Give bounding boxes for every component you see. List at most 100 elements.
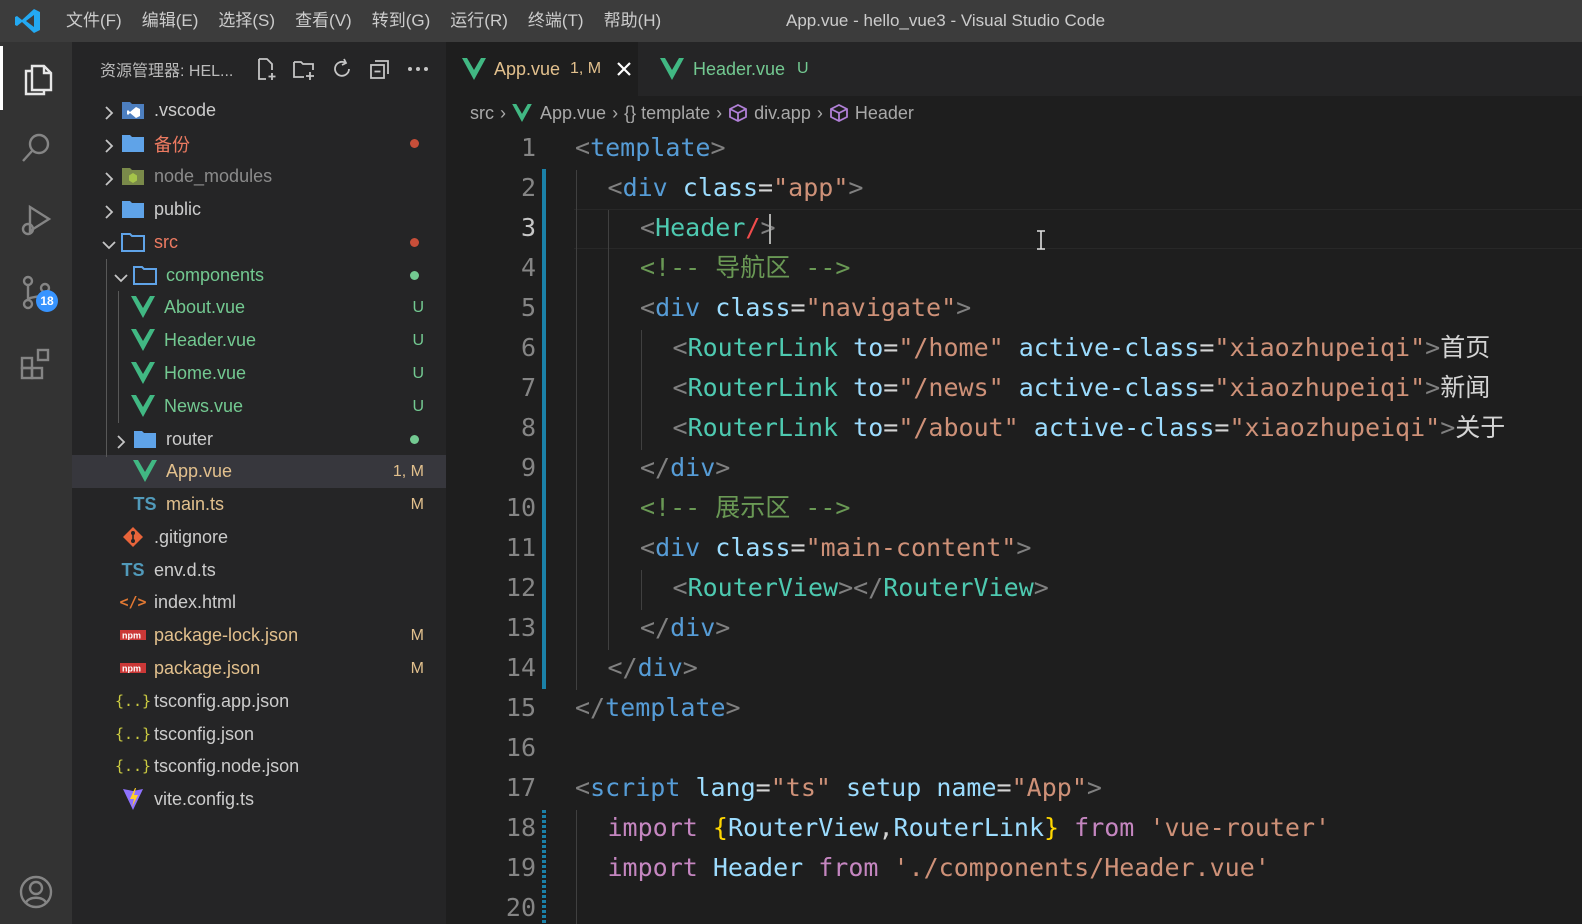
code-token: > xyxy=(1425,333,1441,362)
text-cursor-ibeam-icon xyxy=(1037,230,1045,250)
refresh-icon[interactable] xyxy=(330,57,354,81)
code-line: <RouterLink to="/about" active-class="xi… xyxy=(673,408,1506,448)
text-cursor xyxy=(769,214,771,244)
code-token: < xyxy=(640,293,656,322)
code-token: = xyxy=(790,533,806,562)
chevron-right-icon[interactable] xyxy=(102,137,116,153)
breadcrumb-item[interactable]: Header xyxy=(855,103,914,124)
extensions-activity-button[interactable] xyxy=(0,332,72,396)
breadcrumb-item[interactable]: src xyxy=(470,103,494,124)
tree-file-item[interactable]: {..} tsconfig.json xyxy=(72,718,446,751)
tree-file-item[interactable]: </> index.html xyxy=(72,586,446,619)
new-folder-icon[interactable] xyxy=(292,57,316,81)
tree-folder-nodemodules[interactable]: node_modules xyxy=(72,160,446,193)
tree-file-item[interactable]: About.vue U xyxy=(72,291,446,324)
tree-file-item[interactable]: News.vue U xyxy=(72,390,446,423)
git-file-icon xyxy=(120,526,146,548)
tree-item-label: public xyxy=(154,199,202,219)
breadcrumb-item[interactable]: {} template xyxy=(624,103,710,124)
indent-guide xyxy=(608,210,609,650)
menu-help[interactable]: 帮助(H) xyxy=(594,0,672,42)
menu-file[interactable]: 文件(F) xyxy=(56,0,132,42)
code-token: > xyxy=(1086,773,1102,802)
tree-folder-router[interactable]: router xyxy=(72,423,446,456)
code-line: </div> xyxy=(608,648,698,688)
chevron-right-icon[interactable] xyxy=(102,104,116,120)
chevron-down-icon[interactable] xyxy=(114,269,128,283)
chevron-right-icon[interactable] xyxy=(102,203,116,219)
tree-folder-public[interactable]: public xyxy=(72,193,446,226)
close-icon[interactable] xyxy=(616,61,632,77)
code-token: div xyxy=(655,533,701,562)
symbol-element-icon xyxy=(829,103,848,123)
tree-file-item[interactable]: TS main.ts M xyxy=(72,488,446,521)
line-number: 3 xyxy=(520,213,536,242)
code-token: lang xyxy=(695,773,756,802)
code-token: "/home" xyxy=(898,333,1004,362)
tree-item-label: .gitignore xyxy=(154,527,229,547)
code-line: import Header from './components/Header.… xyxy=(608,848,1270,888)
code-token: './components/Header.vue' xyxy=(893,853,1270,882)
code-token: = xyxy=(758,173,774,202)
chevron-right-icon[interactable] xyxy=(114,433,128,449)
breadcrumb-item[interactable]: App.vue xyxy=(540,103,606,124)
search-activity-button[interactable] xyxy=(0,116,72,180)
typescript-file-icon: TS xyxy=(133,493,157,514)
tree-file-item[interactable]: npm package.json M xyxy=(72,652,446,685)
code-token: < xyxy=(640,213,656,242)
explorer-activity-button[interactable] xyxy=(0,46,72,110)
more-actions-icon[interactable] xyxy=(406,57,430,81)
tree-file-item[interactable]: TS env.d.ts xyxy=(72,554,446,587)
tab-label: App.vue xyxy=(494,58,561,79)
tree-file-item[interactable]: {..} tsconfig.app.json xyxy=(72,685,446,718)
tab-header-vue[interactable]: Header.vue U xyxy=(642,42,848,96)
tree-folder-src[interactable]: src xyxy=(72,226,446,259)
code-token: to xyxy=(853,373,884,402)
tree-file-item[interactable]: App.vue 1, M xyxy=(72,455,446,488)
tree-item-label: News.vue xyxy=(164,396,244,416)
code-token: class xyxy=(715,293,791,322)
tree-file-item[interactable]: Header.vue U xyxy=(72,324,446,357)
git-status-badge: 1, M xyxy=(392,462,424,480)
run-debug-activity-button[interactable] xyxy=(0,188,72,252)
code-token: "main-content" xyxy=(805,533,1017,562)
tree-file-item[interactable]: vite.config.ts xyxy=(72,783,446,816)
menu-bar: 文件(F) 编辑(E) 选择(S) 查看(V) 转到(G) 运行(R) 终端(T… xyxy=(56,0,671,42)
tree-folder-vscode[interactable]: .vscode xyxy=(72,94,446,127)
menu-selection[interactable]: 选择(S) xyxy=(208,0,285,42)
tree-folder-components[interactable]: components xyxy=(72,259,446,292)
code-token: RouterView xyxy=(727,813,879,842)
accounts-activity-button[interactable] xyxy=(0,860,72,924)
code-token: to xyxy=(853,333,884,362)
tab-app-vue[interactable]: App.vue 1, M xyxy=(446,42,638,96)
code-editor[interactable]: 1 <template> 2 <div class="app"> 3 <Header/> 4… xyxy=(446,130,1582,924)
code-token: > xyxy=(715,613,731,642)
chevron-down-icon[interactable] xyxy=(102,236,116,250)
menu-view[interactable]: 查看(V) xyxy=(285,0,362,42)
tree-file-item[interactable]: {..} tsconfig.node.json xyxy=(72,750,446,783)
breadcrumb-item[interactable]: div.app xyxy=(754,103,811,124)
tree-file-item[interactable]: npm package-lock.json M xyxy=(72,619,446,652)
tree-file-item[interactable]: .gitignore xyxy=(72,521,446,554)
git-status-dot xyxy=(410,435,419,444)
source-control-activity-button[interactable]: 18 xyxy=(0,260,72,324)
menu-edit[interactable]: 编辑(E) xyxy=(132,0,209,42)
collapse-all-icon[interactable] xyxy=(368,57,392,81)
tree-file-item[interactable]: Home.vue U xyxy=(72,357,446,390)
tree-folder-[interactable]: 备份 xyxy=(72,127,446,160)
indent-guide xyxy=(576,810,577,924)
chevron-right-icon[interactable] xyxy=(102,170,116,186)
code-token: div xyxy=(622,173,668,202)
menu-go[interactable]: 转到(G) xyxy=(362,0,441,42)
line-number: 20 xyxy=(505,893,536,922)
chevron-right-icon: › xyxy=(500,102,506,123)
tree-item-label: App.vue xyxy=(166,461,233,481)
menu-terminal[interactable]: 终端(T) xyxy=(518,0,594,42)
json-file-icon: {..} xyxy=(114,725,152,743)
new-file-icon[interactable] xyxy=(254,57,278,81)
menu-run[interactable]: 运行(R) xyxy=(440,0,518,42)
code-token: > xyxy=(715,453,731,482)
